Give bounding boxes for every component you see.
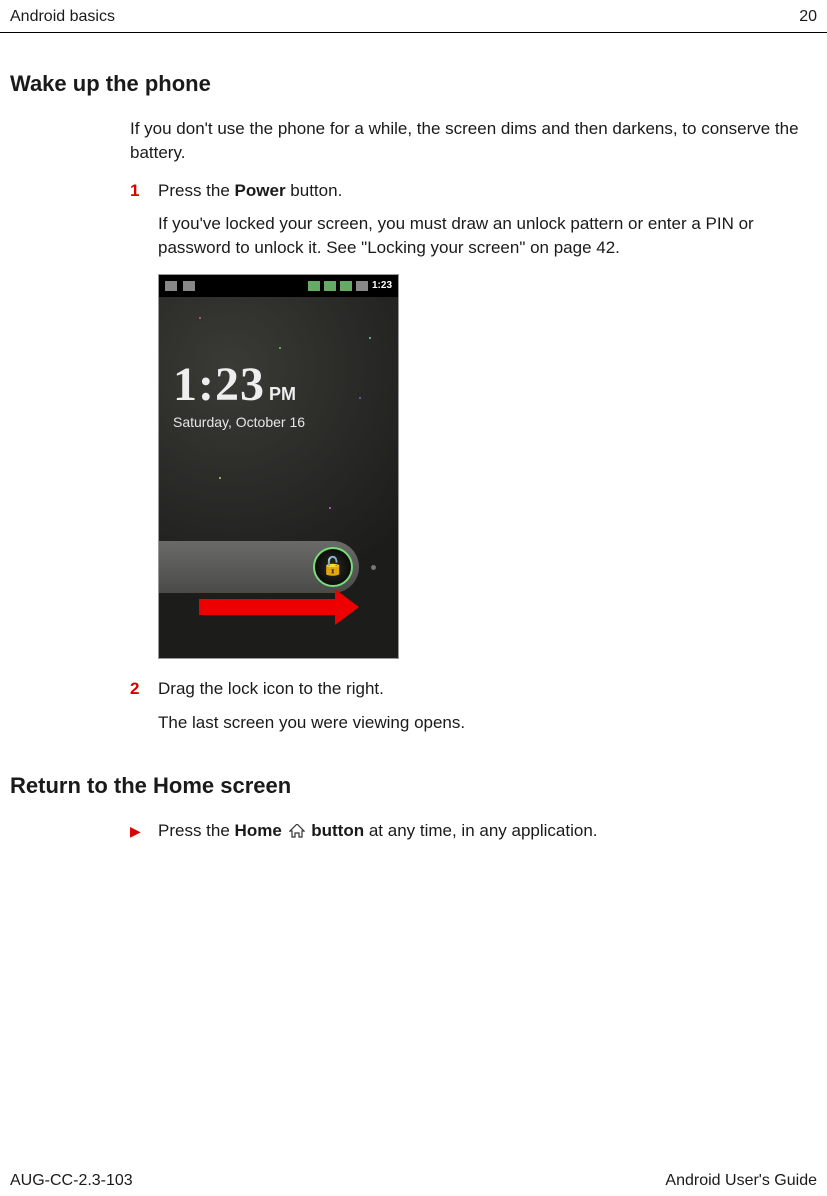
footer-right: Android User's Guide — [665, 1172, 817, 1190]
return-text: Press the Home button at any time, in an… — [158, 819, 807, 843]
unlock-circle[interactable]: 🔓 — [313, 547, 353, 587]
step-2-text: Drag the lock icon to the right. — [158, 677, 807, 701]
lockscreen-clock: 1:23PM Saturday, October 16 — [173, 357, 305, 430]
step-1-suffix: button. — [286, 181, 343, 200]
section-body-return: ▶ Press the Home button at any time, in … — [130, 819, 807, 843]
step-1-follow: If you've locked your screen, you must d… — [158, 212, 807, 260]
page-header: Android basics 20 — [0, 0, 827, 33]
step-2-follow: The last screen you were viewing opens. — [158, 711, 807, 735]
lockscreen-wallpaper: 1:23PM Saturday, October 16 🔓 — [159, 297, 398, 658]
section-title-wake: Wake up the phone — [10, 71, 817, 97]
step-2: 2 Drag the lock icon to the right. — [130, 677, 807, 701]
section-title-return: Return to the Home screen — [10, 773, 817, 799]
return-bold2: button — [307, 821, 365, 840]
step-1: 1 Press the Power button. — [130, 179, 807, 203]
data-icon — [340, 281, 352, 291]
battery-icon — [356, 281, 368, 291]
header-right: 20 — [799, 8, 817, 26]
clock-time: 1:23 — [173, 358, 265, 411]
step-1-prefix: Press the — [158, 181, 235, 200]
return-suffix: at any time, in any application. — [364, 821, 597, 840]
gps-icon — [308, 281, 320, 291]
signal-icon — [324, 281, 336, 291]
step-number-1: 1 — [130, 179, 158, 203]
status-right: 1:23 — [308, 280, 392, 291]
step-1-text: Press the Power button. — [158, 179, 807, 203]
slider-endpoint-dot — [371, 565, 376, 570]
bullet-marker: ▶ — [130, 822, 158, 842]
status-bar: 1:23 — [159, 275, 398, 297]
unlock-slider[interactable]: 🔓 — [159, 541, 359, 593]
notification-icon-2 — [183, 281, 195, 291]
notification-icon — [165, 281, 177, 291]
page-content: Wake up the phone If you don't use the p… — [0, 71, 827, 842]
page-footer: AUG-CC-2.3-103 Android User's Guide — [0, 1166, 827, 1196]
clock-time-row: 1:23PM — [173, 357, 305, 412]
footer-left: AUG-CC-2.3-103 — [10, 1172, 133, 1190]
header-left: Android basics — [10, 8, 115, 26]
step-number-2: 2 — [130, 677, 158, 701]
return-bullet-step: ▶ Press the Home button at any time, in … — [130, 819, 807, 843]
section-body-wake: If you don't use the phone for a while, … — [130, 117, 807, 735]
return-bold1: Home — [235, 821, 282, 840]
instruction-arrow — [199, 599, 339, 615]
clock-period: PM — [269, 384, 296, 404]
home-icon — [289, 824, 305, 838]
unlock-icon: 🔓 — [322, 556, 344, 577]
step-1-bold: Power — [235, 181, 286, 200]
clock-date: Saturday, October 16 — [173, 414, 305, 430]
status-time: 1:23 — [372, 280, 392, 291]
status-left-icons — [165, 281, 195, 291]
lockscreen-screenshot: 1:23 1:23PM Saturday, October 16 — [158, 274, 399, 659]
intro-text: If you don't use the phone for a while, … — [130, 117, 807, 165]
return-prefix: Press the — [158, 821, 235, 840]
